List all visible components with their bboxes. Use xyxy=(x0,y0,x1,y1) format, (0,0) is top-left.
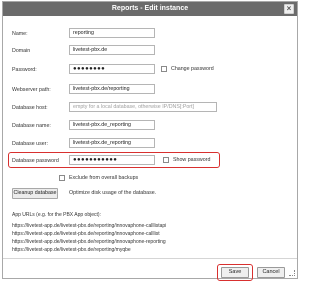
dialog-titlebar[interactable]: Reports - Edit instance × xyxy=(3,2,297,16)
footer-divider xyxy=(3,258,297,259)
database-name-field[interactable]: livetest-pbx.de_reporting xyxy=(69,120,155,130)
database-user-field[interactable]: livetest-pbx.de_reporting xyxy=(69,138,155,148)
close-icon[interactable]: × xyxy=(284,4,294,14)
save-button[interactable]: Save xyxy=(221,267,249,278)
dialog-title: Reports - Edit instance xyxy=(111,5,189,12)
exclude-backups-label: Exclude from overall backups xyxy=(69,175,139,181)
cleanup-database-button[interactable]: Cleanup database xyxy=(12,188,58,199)
password-field[interactable]: ●●●●●●●● xyxy=(69,64,155,74)
change-password-label: Change password xyxy=(171,66,214,72)
database-host-label: Database host: xyxy=(12,105,48,111)
app-urls-heading: App URLs (e.g. for the PBX App object): xyxy=(12,212,101,218)
change-password-checkbox[interactable] xyxy=(161,66,167,72)
name-label: Name: xyxy=(12,31,28,37)
database-host-field[interactable]: empty for a local database, otherwise IP… xyxy=(69,102,217,112)
edit-instance-dialog: Reports - Edit instance × Name: reportin… xyxy=(2,1,298,281)
show-password-label: Show password xyxy=(173,157,211,163)
database-password-label: Database password xyxy=(12,158,59,164)
cleanup-description: Optimize disk usage of the database. xyxy=(69,190,157,196)
app-url-item: https://livetest-app.de/livetest-pbx.de/… xyxy=(12,247,131,253)
webserver-path-label: Webserver path: xyxy=(12,87,51,93)
cancel-button[interactable]: Cancel xyxy=(257,267,285,278)
database-name-label: Database name: xyxy=(12,123,51,129)
resize-grip-icon[interactable] xyxy=(289,270,295,276)
exclude-backups-checkbox[interactable] xyxy=(59,175,65,181)
app-url-item: https://livetest-app.de/livetest-pbx.de/… xyxy=(12,239,166,245)
database-user-label: Database user: xyxy=(12,141,48,147)
show-password-checkbox[interactable] xyxy=(163,157,169,163)
app-url-item: https://livetest-app.de/livetest-pbx.de/… xyxy=(12,231,160,237)
app-url-item: https://livetest-app.de/livetest-pbx.de/… xyxy=(12,223,167,229)
webserver-path-field[interactable]: livetest-pbx.de/reporting xyxy=(69,84,155,94)
domain-label: Domain xyxy=(12,48,31,54)
database-password-field[interactable]: ●●●●●●●●●●● xyxy=(69,155,155,165)
domain-field[interactable]: livetest-pbx.de xyxy=(69,45,155,55)
password-label: Password: xyxy=(12,67,37,73)
name-field[interactable]: reporting xyxy=(69,28,155,38)
